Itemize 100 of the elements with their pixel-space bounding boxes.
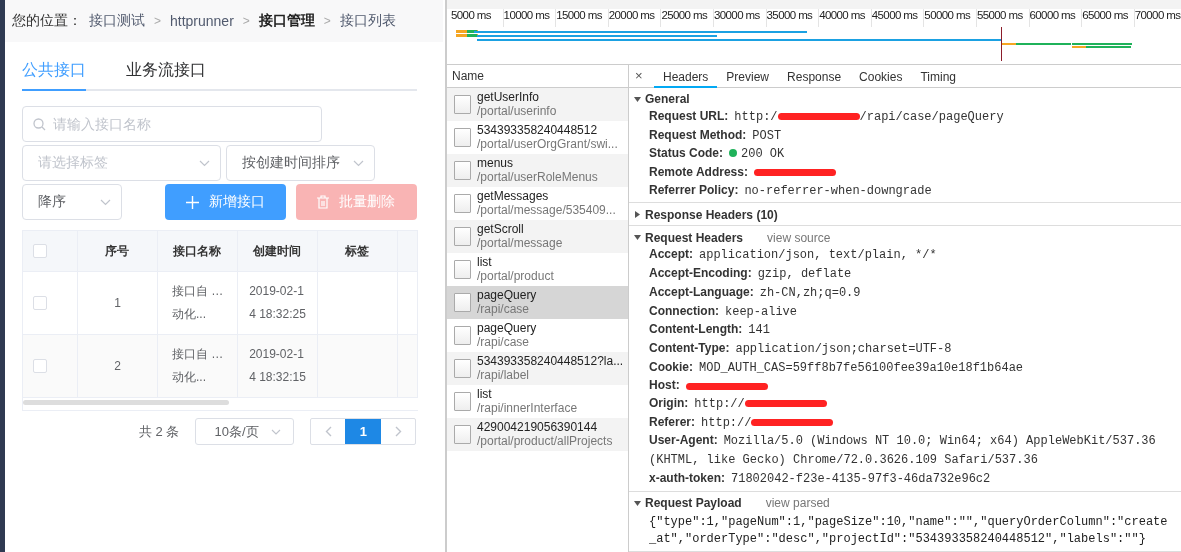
header-row-text: Accept: application/json, text/plain, */*: [648, 246, 938, 265]
request-item[interactable]: 429004219056390144 /portal/product/allProjects: [447, 417, 628, 451]
section-toggle-icon[interactable]: [634, 211, 641, 219]
header-row: Host:: [629, 377, 1181, 396]
chevron-down-icon: [271, 428, 282, 435]
status-dot-icon: [729, 149, 737, 158]
order-select[interactable]: 降序: [22, 184, 122, 220]
header-row: Remote Address:: [629, 164, 1181, 182]
timeline-tick-label: 15000 ms: [556, 9, 609, 27]
section-toggle-icon[interactable]: [634, 234, 641, 242]
table-cell-text: 接口自 …: [172, 283, 224, 300]
table-cell-text: 4 18:32:25: [249, 306, 306, 323]
file-icon: [454, 259, 471, 279]
close-button[interactable]: ×: [635, 68, 654, 84]
header-row-text: Connection: keep-alive: [648, 302, 798, 321]
tab[interactable]: Preview: [717, 66, 779, 88]
view-link[interactable]: view parsed: [765, 496, 830, 511]
timeline-tick-label: 65000 ms: [1082, 9, 1135, 27]
header-row-text: Status Code: 200 OK: [648, 145, 786, 164]
breadcrumb-item[interactable]: 接口测试: [89, 12, 145, 30]
breadcrumb-separator: >: [323, 14, 331, 28]
timeline-tick-label: 45000 ms: [871, 9, 925, 27]
file-icon: [454, 358, 471, 378]
column-header: 创建时间: [238, 231, 318, 271]
tab[interactable]: Cookies: [850, 66, 912, 88]
header-row: Origin: http://: [629, 395, 1181, 414]
timeline-tick-label: 10000 ms: [503, 9, 557, 27]
file-icon: [454, 424, 471, 444]
breadcrumb-item[interactable]: 接口列表: [339, 12, 396, 30]
sort-select[interactable]: 按创建时间排序: [226, 145, 375, 181]
timeline-tick-label: 50000 ms: [924, 9, 977, 27]
timeline-tick-label: 5000 ms: [451, 9, 504, 27]
chevron-right-icon: [394, 426, 402, 437]
section-title[interactable]: Response Headers (10): [645, 207, 778, 222]
payload-text: {"type":1,"pageNum":1,"pageSize":10,"name":"","queryOrderColumn":"create_at","orderType":"desc","projectId":"534393358240448512","labels":""}: [648, 513, 1169, 549]
file-icon: [454, 226, 471, 246]
header-row-text: Request Method: POST: [648, 126, 783, 145]
view-link[interactable]: view source: [767, 230, 831, 245]
column-header: 接口名称: [158, 231, 238, 271]
header-row-text: Accept-Language: zh-CN,zh;q=0.9: [648, 283, 862, 302]
tab[interactable]: Timing: [911, 66, 965, 88]
page-number[interactable]: 1: [345, 419, 382, 444]
chevron-down-icon: [353, 159, 364, 167]
column-header: 标签: [318, 231, 398, 271]
request-item[interactable]: getScroll /portal/message: [447, 219, 628, 253]
request-item[interactable]: list /rapi/innerInterface: [447, 384, 628, 418]
tab[interactable]: Response: [778, 66, 851, 88]
column-header: 序号: [78, 231, 158, 271]
table-cell-text: 4 18:32:15: [249, 369, 306, 386]
timeline-tick-label: 70000 ms: [1134, 9, 1181, 27]
page-size-select[interactable]: 10条/页: [195, 418, 295, 445]
timeline-tick-label: 55000 ms: [976, 9, 1030, 27]
header-row-text: Accept-Encoding: gzip, deflate: [648, 265, 853, 284]
table-cell-text: 2019-02-1: [249, 283, 305, 300]
request-item[interactable]: list /portal/product: [447, 252, 628, 286]
section-toggle-icon[interactable]: [634, 95, 641, 103]
file-icon: [454, 391, 471, 411]
header-row: Referer: http://: [629, 413, 1181, 433]
tab[interactable]: 业务流接口: [126, 55, 206, 91]
timeline-tick-label: 40000 ms: [819, 9, 872, 27]
breadcrumb-label: 您的位置：: [12, 12, 82, 30]
chevron-down-icon: [100, 198, 111, 206]
request-item[interactable]: menus /portal/userRoleMenus: [447, 153, 628, 187]
header-row-text: Content-Length: 141: [648, 321, 771, 340]
timeline-tick-label: 60000 ms: [1029, 9, 1083, 27]
breadcrumb-separator: >: [242, 14, 250, 28]
request-item[interactable]: pageQuery /rapi/case: [447, 285, 628, 319]
breadcrumb-item[interactable]: httprunner: [170, 13, 234, 29]
total-count: 共 2 条: [139, 422, 180, 441]
table-cell-text: 动化...: [172, 306, 207, 323]
section-toggle-icon[interactable]: [634, 499, 641, 507]
file-icon: [454, 292, 471, 312]
checkbox[interactable]: [33, 244, 47, 258]
request-item[interactable]: getMessages /portal/message/535409...: [447, 186, 628, 220]
table-cell-text: 动化...: [172, 369, 207, 386]
request-item[interactable]: pageQuery /rapi/case: [447, 318, 628, 352]
chevron-down-icon: [199, 159, 210, 167]
section-title[interactable]: Request Payload: [645, 496, 742, 511]
table-cell-text: 接口自 …: [172, 346, 224, 363]
tab[interactable]: Headers: [654, 66, 718, 88]
table-cell: 1: [78, 272, 158, 334]
request-item[interactable]: 534393358240448512?la... /rapi/label: [447, 351, 628, 385]
name-column-header: Name: [447, 64, 628, 88]
section-title[interactable]: Request Headers: [645, 230, 744, 245]
plus-icon: [186, 195, 199, 209]
checkbox[interactable]: [33, 359, 47, 373]
breadcrumb-separator: >: [154, 14, 161, 28]
file-icon: [454, 127, 471, 147]
request-item[interactable]: 534393358240448512 /portal/userOrgGrant/swi...: [447, 120, 628, 154]
checkbox[interactable]: [33, 296, 47, 310]
request-item[interactable]: getUserInfo /portal/userinfo: [447, 87, 628, 121]
table-cell-text: 2019-02-1: [249, 346, 305, 363]
scrollbar-thumb[interactable]: [23, 400, 229, 405]
header-row-text: Cookie: MOD_AUTH_CAS=59ff8b7fe56100fee39a10e18f1b64ae: [648, 358, 1025, 377]
file-icon: [454, 160, 471, 180]
section-title[interactable]: General: [645, 92, 690, 107]
search-icon: [33, 118, 46, 131]
timeline-tick-label: 35000 ms: [766, 9, 820, 27]
header-row-text: Request URL: http:/ /rapi/case/pageQuery: [648, 107, 1005, 126]
trash-icon: [317, 195, 330, 209]
